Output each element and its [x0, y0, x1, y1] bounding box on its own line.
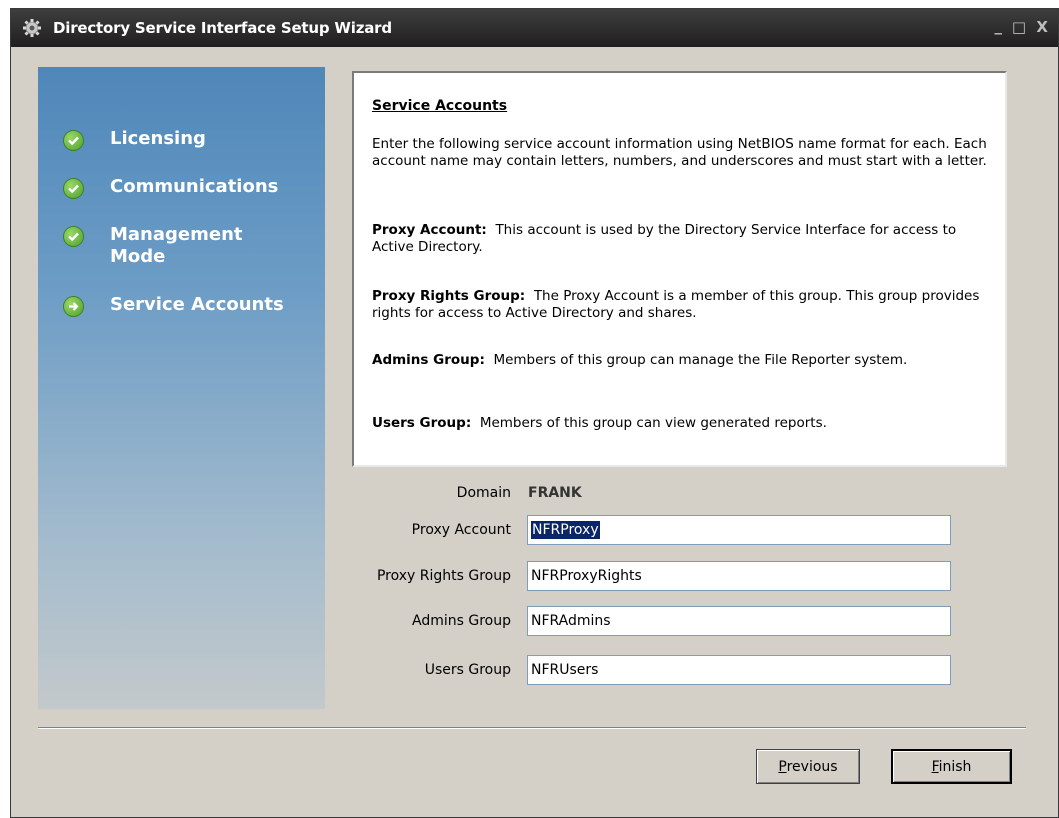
- description-heading: Service Accounts: [372, 98, 508, 114]
- description-item: Proxy Rights Group: The Proxy Account is…: [372, 288, 987, 322]
- previous-button[interactable]: Previous: [756, 749, 860, 784]
- users-group-label: Users Group: [424, 662, 511, 678]
- item-term: Proxy Account:: [372, 222, 487, 238]
- item-term: Users Group:: [372, 415, 472, 431]
- item-term: Admins Group:: [372, 352, 485, 368]
- description-item: Admins Group: Members of this group can …: [372, 352, 987, 369]
- domain-value: FRANK: [528, 485, 582, 501]
- description-intro: Enter the following service account info…: [372, 136, 987, 169]
- item-text: Members of this group can view generated…: [479, 415, 827, 431]
- check-icon: [64, 131, 83, 150]
- proxy-account-label: Proxy Account: [411, 522, 511, 538]
- window-title: Directory Service Interface Setup Wizard: [53, 19, 392, 37]
- description-item: Users Group: Members of this group can v…: [372, 415, 987, 432]
- check-icon: [64, 227, 83, 246]
- step-label: Communications: [110, 176, 279, 197]
- domain-label: Domain: [456, 485, 511, 501]
- close-button[interactable]: X: [1036, 18, 1048, 36]
- minimize-button[interactable]: _: [995, 17, 1003, 35]
- previous-label: revious: [786, 758, 838, 775]
- description-panel: Service Accounts Enter the following ser…: [352, 71, 1007, 467]
- step-label: Service Accounts: [110, 294, 284, 315]
- arrow-right-icon: [64, 297, 83, 316]
- check-icon: [64, 179, 83, 198]
- item-text: Members of this group can manage the Fil…: [493, 352, 908, 368]
- description-item: Proxy Account: This account is used by t…: [372, 222, 987, 256]
- wizard-window: Directory Service Interface Setup Wizard…: [10, 8, 1059, 818]
- proxy-account-selection: NFRProxy: [531, 521, 600, 539]
- title-bar[interactable]: Directory Service Interface Setup Wizard…: [11, 9, 1058, 47]
- users-group-input[interactable]: [527, 655, 951, 685]
- step-label: Management Mode: [110, 224, 243, 267]
- proxy-rights-group-input[interactable]: [527, 561, 951, 591]
- admins-group-input[interactable]: [527, 606, 951, 636]
- finish-button[interactable]: Finish: [891, 749, 1012, 784]
- wizard-steps-sidebar: Licensing Communications Management Mode…: [38, 67, 325, 709]
- step-label: Licensing: [110, 128, 206, 149]
- finish-mnemonic: F: [931, 758, 939, 775]
- admins-group-label: Admins Group: [412, 613, 511, 629]
- gear-icon: [23, 19, 41, 37]
- separator: [38, 727, 1026, 729]
- finish-label: inish: [938, 758, 972, 775]
- proxy-rights-group-label: Proxy Rights Group: [376, 568, 511, 584]
- item-term: Proxy Rights Group:: [372, 288, 526, 304]
- previous-mnemonic: P: [778, 758, 787, 775]
- maximize-button[interactable]: □: [1012, 18, 1026, 36]
